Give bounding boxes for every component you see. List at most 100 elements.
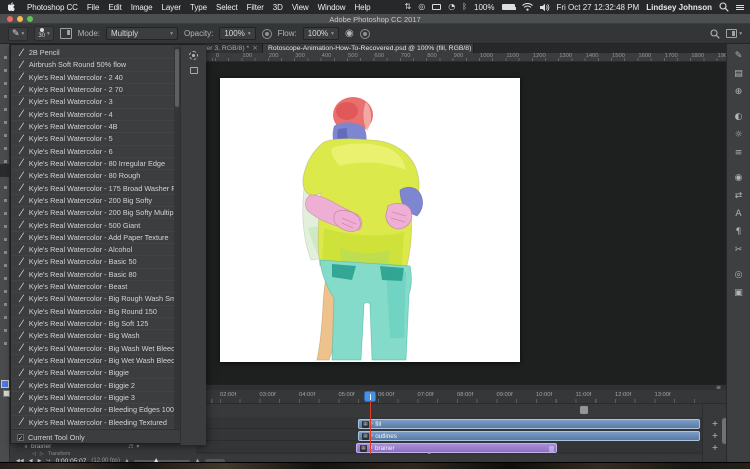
brush-preset-item[interactable]: ╱ Kyle's Real Watercolor - 4 [11,109,174,121]
pressure-opacity-icon[interactable] [261,28,272,39]
toggle-brush-panel-button[interactable] [59,28,72,39]
chevron-down-icon[interactable]: ∨ [24,444,28,450]
brush-preset-item[interactable]: ╱ Kyle's Real Watercolor - 6 [11,146,174,158]
menu-item[interactable]: Select [216,3,238,12]
brush-preset-item[interactable]: ╱ Kyle's Real Watercolor - 200 Big Softy [11,195,174,207]
foreground-color-swatch[interactable] [1,380,9,388]
artboard[interactable] [220,78,520,362]
brush-preset-item[interactable]: ╱ Kyle's Real Watercolor - 175 Broad Was… [11,182,174,194]
brush-preset-item[interactable]: ╱ Kyle's Real Watercolor - Bleeding Text… [11,416,174,428]
active-document-tab[interactable]: Rotoscope-Animation-How-To-Recovered.psd… [262,44,474,53]
search-icon[interactable] [710,28,720,39]
chevron-right-icon[interactable]: › [371,433,373,439]
brush-preset-item[interactable]: ╱ 2B Pencil [11,47,174,59]
creative-cloud-icon[interactable]: ◎ [418,3,425,11]
brush-preset-item[interactable]: ╱ Kyle's Real Watercolor - Beast [11,281,174,293]
brush-preset-item[interactable]: ╱ Kyle's Real Watercolor - 2 70 [11,84,174,96]
brush-preset-item[interactable]: ╱ Kyle's Real Watercolor - 80 Irregular … [11,158,174,170]
pressure-size-icon[interactable] [359,28,370,39]
menu-item[interactable]: Type [190,3,207,12]
brush-preset-item[interactable]: ╱ Kyle's Real Watercolor - Biggie 2 [11,379,174,391]
gear-icon[interactable] [189,51,198,60]
flow-input[interactable]: 100% ▾ [302,27,339,40]
brush-preset-item[interactable]: ╱ Kyle's Real Watercolor - Big Wet Wash … [11,355,174,367]
brush-preset-item[interactable]: ╱ Kyle's Real Watercolor - 4B [11,121,174,133]
history-icon[interactable]: ◎ [735,271,743,280]
brush-preset-item[interactable]: ╱ Kyle's Real Watercolor - Big Round 150 [11,306,174,318]
tools-panel-strip[interactable] [0,44,10,462]
volume-icon[interactable] [539,3,550,12]
workspace-switcher[interactable]: ▾ [726,29,742,38]
brush-preset-item[interactable]: ╱ Kyle's Real Watercolor - Add Paper Tex… [11,232,174,244]
menubar-user[interactable]: Lindsey Johnson [646,3,712,12]
adjustments-icon[interactable]: ☼ [734,131,742,140]
tool-preset-picker[interactable]: ✎ ▾ [8,26,29,41]
brush-preset-item[interactable]: ╱ Kyle's Real Watercolor - 200 Big Softy… [11,207,174,219]
chevron-down-icon[interactable]: ▾ [136,443,139,450]
chevron-right-icon[interactable]: › [371,421,373,427]
menu-item[interactable]: 3D [273,3,283,12]
brush-preset-picker[interactable]: 30 ▾ [34,26,54,41]
time-machine-icon[interactable]: ◔ [448,3,455,11]
add-media-button[interactable]: + [710,419,720,429]
paragraph-icon[interactable]: ¶ [736,228,742,237]
menu-item[interactable]: Photoshop CC [27,3,78,12]
brush-preset-item[interactable]: ╱ Kyle's Real Watercolor - Big Soft 125 [11,318,174,330]
brush-preset-item[interactable]: ╱ Kyle's Real Watercolor - Basic 80 [11,269,174,281]
brush-preset-item[interactable]: ╱ Kyle's Real Watercolor - 2 40 [11,72,174,84]
battery-icon[interactable] [501,4,516,10]
brush-presets-icon[interactable]: ▤ [734,70,743,79]
scissors-icon[interactable]: ✂ [735,246,743,255]
menu-item[interactable]: Window [318,3,346,12]
clip-brainer[interactable]: ▦ ∨ brainer [356,443,557,453]
menu-item[interactable]: Filter [247,3,264,12]
wifi-icon[interactable] [521,3,533,11]
clip-fill[interactable]: ▦ › fill [358,419,700,429]
menu-item[interactable]: File [87,3,100,12]
character-icon[interactable]: A [735,210,741,219]
background-color-swatch[interactable] [3,390,10,397]
apple-logo-icon[interactable] [8,1,17,13]
menu-item[interactable]: Layer [161,3,181,12]
new-brush-icon[interactable] [190,67,198,74]
brush-preset-item[interactable]: ╱ Kyle's Real Watercolor - Big Wash [11,330,174,342]
add-media-button[interactable]: + [710,431,720,441]
clone-source-icon[interactable]: ⊕ [735,88,743,97]
brush-settings-icon[interactable]: ✎ [735,52,743,61]
bluetooth-icon[interactable]: ᛒ [462,3,467,11]
brush-preset-item[interactable]: ╱ Kyle's Real Watercolor - Biggie 3 [11,392,174,404]
color-icon[interactable]: ◐ [735,113,743,122]
audio-icon[interactable]: ♬ [128,443,133,450]
brush-preset-item[interactable]: ╱ Kyle's Real Watercolor - 500 Giant [11,219,174,231]
opacity-input[interactable]: 100% ▾ [219,27,256,40]
swatches-icon[interactable]: ◉ [735,174,743,183]
brush-preset-item[interactable]: ╱ Kyle's Real Watercolor - Big Rough Was… [11,293,174,305]
brush-preset-item[interactable]: ╱ Kyle's Real Watercolor - Biggie [11,367,174,379]
work-area-end-marker[interactable] [580,406,588,414]
menubar-clock[interactable]: Fri Oct 27 12:32:48 PM [557,3,640,12]
brush-preset-item[interactable]: ╱ Kyle's Real Watercolor - Bleeding Edge… [11,404,174,416]
notification-center-icon[interactable] [736,4,744,11]
brush-preset-item[interactable]: ╱ Kyle's Real Watercolor - 5 [11,133,174,145]
playhead[interactable] [364,391,376,402]
menu-item[interactable]: Edit [108,3,121,12]
brush-preset-item[interactable]: ╱ Kyle's Real Watercolor - Basic 50 [11,256,174,268]
blend-mode-select[interactable]: Multiply ▾ [106,27,178,40]
display-icon[interactable] [432,4,442,10]
styles-icon[interactable]: ≡ [735,149,743,158]
glyphs-icon[interactable]: ⇄ [735,192,743,201]
brush-preset-item[interactable]: ╱ Kyle's Real Watercolor - Big Wash Wet … [11,343,174,355]
brush-preset-item[interactable]: ╱ Kyle's Real Watercolor - 3 [11,96,174,108]
sync-icon[interactable]: ⇅ [405,3,412,11]
brush-preset-item[interactable]: ╱ Kyle's Real Watercolor - Alcohol [11,244,174,256]
add-media-button[interactable]: + [710,443,720,453]
clip-outlines[interactable]: ▦ › outlines [358,431,700,441]
spotlight-icon[interactable] [719,2,729,12]
current-tool-only-checkbox[interactable]: ✓ [17,433,24,442]
brush-preset-item[interactable]: ╱ Kyle's Real Watercolor - 80 Rough [11,170,174,182]
menu-item[interactable]: Help [354,3,370,12]
layers-icon[interactable]: ▣ [734,289,743,298]
airbrush-icon[interactable]: ◉ [345,28,354,39]
menu-item[interactable]: Image [131,3,153,12]
close-icon[interactable]: × [252,45,258,52]
